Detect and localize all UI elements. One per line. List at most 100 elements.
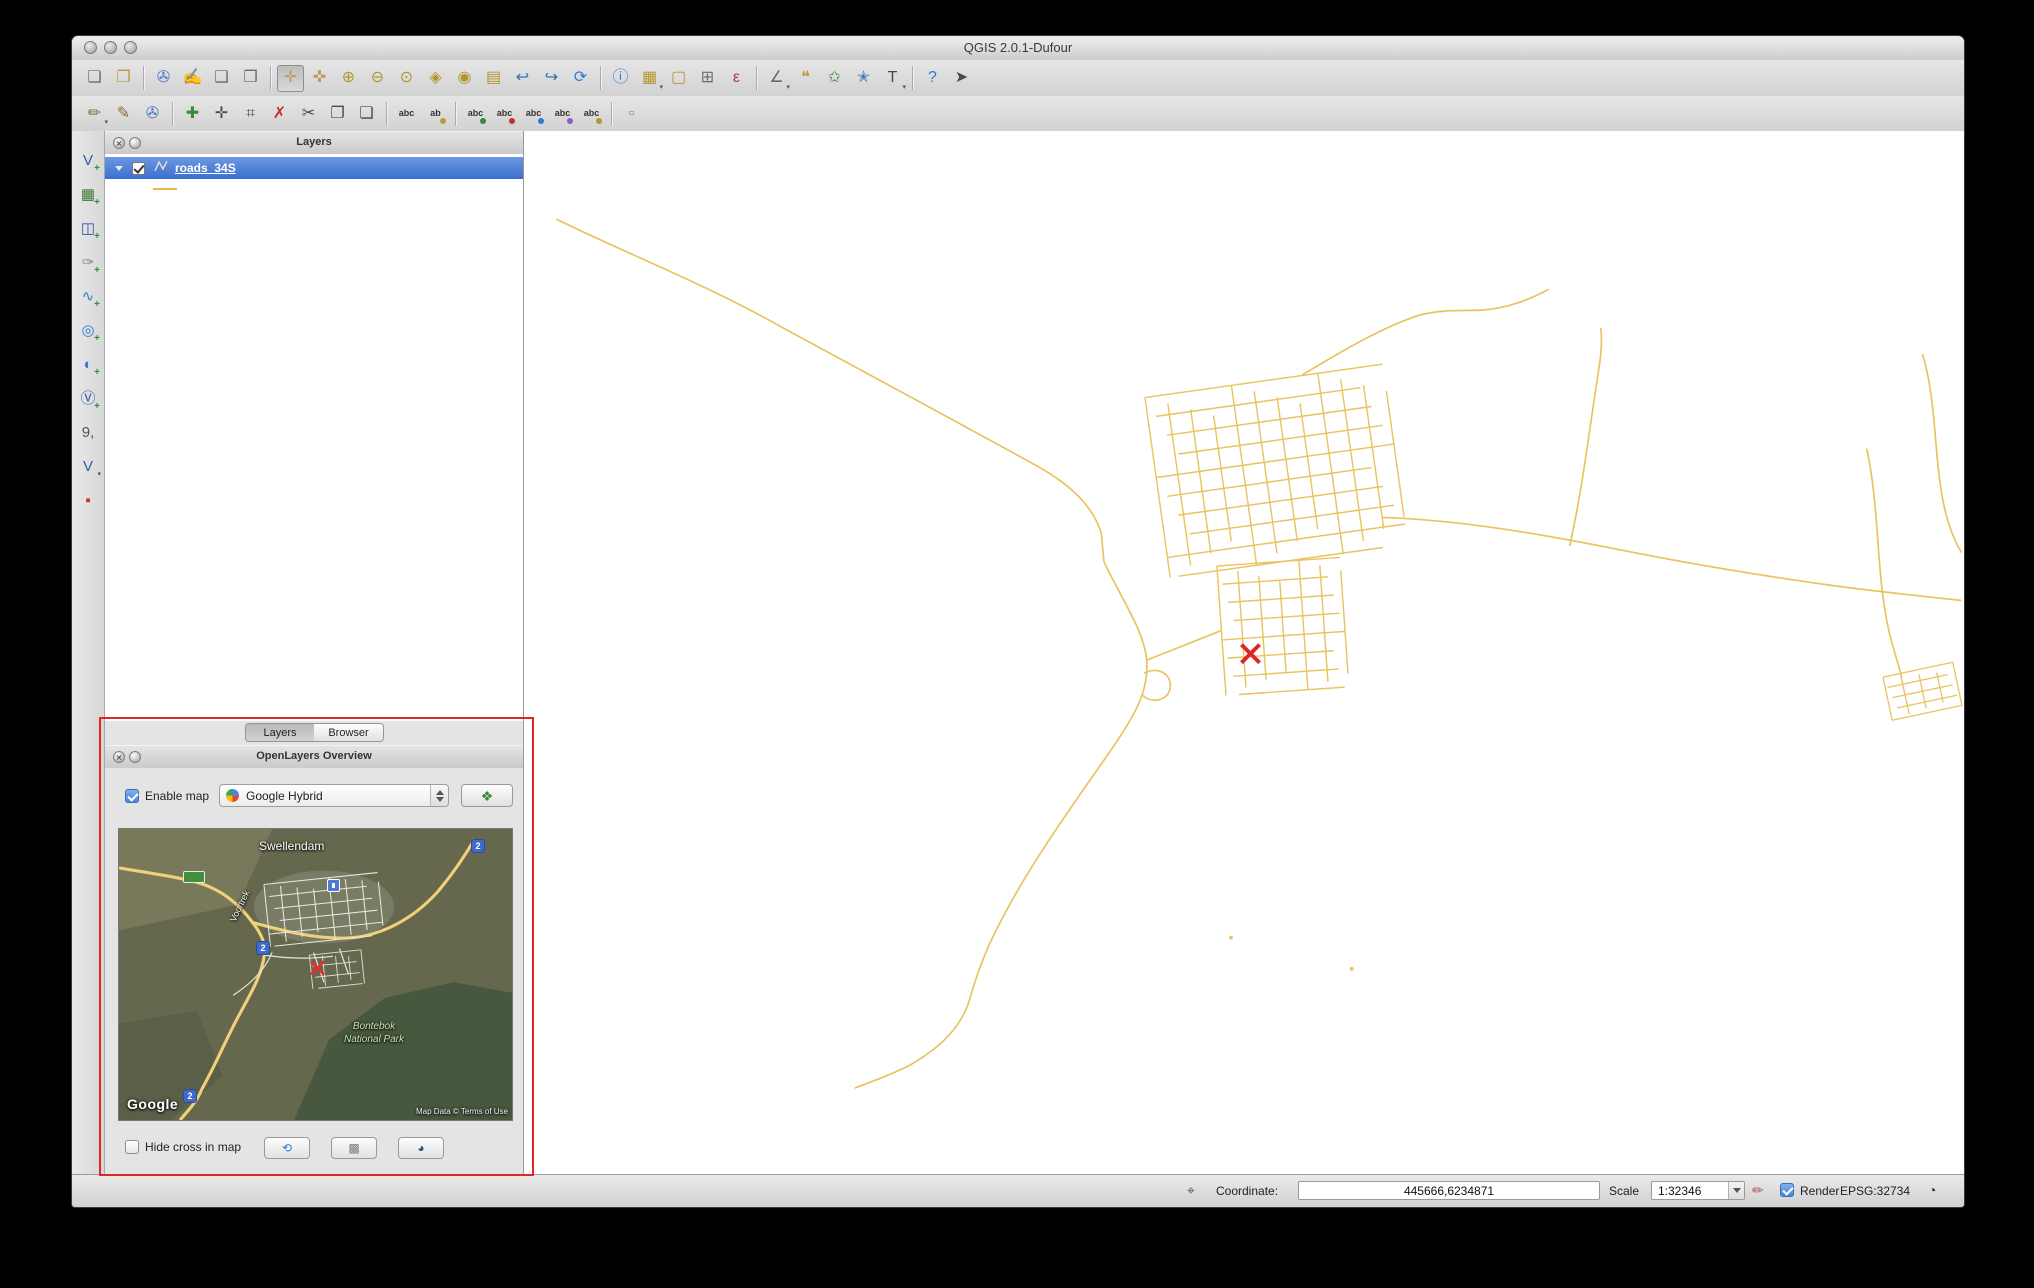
- add-postgis-layer-icon[interactable]: ◫+: [75, 215, 101, 241]
- measure-icon[interactable]: ∠▾: [763, 65, 790, 92]
- move-label-icon[interactable]: abc: [491, 100, 518, 127]
- expander-icon[interactable]: [115, 166, 123, 171]
- refresh-map-icon[interactable]: ⟳: [567, 65, 594, 92]
- show-bookmarks-icon[interactable]: ✭: [850, 65, 877, 92]
- layers-list: roads_34S: [105, 154, 523, 721]
- toggle-editing-icon[interactable]: ✎: [110, 100, 137, 127]
- new-bookmark-icon[interactable]: ✩: [821, 65, 848, 92]
- help-icon[interactable]: ?: [919, 65, 946, 92]
- map-type-dropdown[interactable]: Google Hybrid: [219, 784, 449, 807]
- toolbar-separator: [386, 102, 387, 126]
- whats-this-icon[interactable]: ➤: [948, 65, 975, 92]
- add-openlayers-layer-button[interactable]: ❖: [461, 784, 513, 807]
- route-shield-green-icon: [183, 871, 205, 883]
- text-annotation-icon[interactable]: T▾: [879, 65, 906, 92]
- line-layer-icon: [153, 159, 169, 178]
- add-openlayers-layer-icon[interactable]: ❖: [481, 789, 494, 803]
- main-toolbar: ❏❐ ✇✍❑❒ ✛✜⊕⊖⊙◈◉▤↩↪⟳ ⓘ▦▾▢⊞ε ∠▾❝✩✭T▾?➤: [72, 60, 1964, 97]
- deselect-features-icon[interactable]: ▢: [665, 65, 692, 92]
- enable-map-checkbox[interactable]: [125, 789, 139, 803]
- preview-town-streets: [233, 949, 348, 996]
- change-label-icon[interactable]: abc: [549, 100, 576, 127]
- toolbar-separator: [611, 102, 612, 126]
- new-print-composer-icon[interactable]: ❑: [208, 65, 235, 92]
- scale-dropdown-arrow-icon[interactable]: [1728, 1182, 1744, 1199]
- snapshot-icon[interactable]: ▩: [331, 1137, 377, 1159]
- cut-features-icon[interactable]: ✂: [295, 100, 322, 127]
- hide-cross-label: Hide cross in map: [145, 1140, 241, 1154]
- zoom-last-icon[interactable]: ↩: [509, 65, 536, 92]
- pan-to-selection-icon[interactable]: ✜: [306, 65, 333, 92]
- save-project-as-icon[interactable]: ✍: [179, 65, 206, 92]
- zoom-next-icon[interactable]: ↪: [538, 65, 565, 92]
- scale-label: Scale: [1609, 1184, 1639, 1198]
- copy-features-icon[interactable]: ❐: [324, 100, 351, 127]
- crs-status-icon[interactable]: ◔: [1928, 1182, 1936, 1198]
- coordinate-input[interactable]: [1298, 1181, 1600, 1200]
- layer-labeling-options-icon[interactable]: abc: [462, 100, 489, 127]
- zoom-out-icon[interactable]: ⊖: [364, 65, 391, 92]
- open-attribute-table-icon[interactable]: ⊞: [694, 65, 721, 92]
- field-calculator-icon[interactable]: ε: [723, 65, 750, 92]
- map-canvas[interactable]: [524, 131, 1964, 1175]
- node-tool-icon[interactable]: ⌗: [237, 100, 264, 127]
- zoom-to-layer-icon[interactable]: ▤: [480, 65, 507, 92]
- add-raster-layer-icon[interactable]: ▦+: [75, 181, 101, 207]
- composer-manager-icon[interactable]: ❒: [237, 65, 264, 92]
- window-title: QGIS 2.0.1-Dufour: [72, 40, 1964, 55]
- add-vector-layer-icon[interactable]: V+: [75, 147, 101, 173]
- zoom-full-icon[interactable]: ◈: [422, 65, 449, 92]
- render-checkbox[interactable]: [1780, 1183, 1794, 1197]
- toolbar-separator: [172, 102, 173, 126]
- coordinate-label: Coordinate:: [1216, 1184, 1278, 1198]
- labeling-icon[interactable]: abc: [393, 100, 420, 127]
- google-logo-icon: [226, 789, 239, 802]
- tab-layers[interactable]: Layers: [245, 723, 315, 742]
- mouse-position-icon[interactable]: ⌖: [1187, 1182, 1195, 1199]
- zoom-in-icon[interactable]: ⊕: [335, 65, 362, 92]
- globe-icon[interactable]: ◕: [398, 1137, 444, 1159]
- zoom-to-selection-icon[interactable]: ◉: [451, 65, 478, 92]
- layer-visibility-checkbox[interactable]: [132, 162, 145, 175]
- identify-features-icon[interactable]: ⓘ: [607, 65, 634, 92]
- rotate-label-icon[interactable]: abc: [520, 100, 547, 127]
- add-wfs-layer-icon[interactable]: Ⓥ+: [75, 385, 101, 411]
- label-settings-icon[interactable]: ab: [422, 100, 449, 127]
- select-features-icon[interactable]: ▦▾: [636, 65, 663, 92]
- save-project-icon[interactable]: ✇: [150, 65, 177, 92]
- scale-combo[interactable]: 1:32346: [1651, 1181, 1745, 1200]
- refresh-overview-icon[interactable]: ⟲: [264, 1137, 310, 1159]
- dock-tabs: Layers Browser: [105, 721, 523, 745]
- new-project-icon[interactable]: ❏: [81, 65, 108, 92]
- open-project-icon[interactable]: ❐: [110, 65, 137, 92]
- add-delimited-text-layer-icon[interactable]: 9,: [75, 419, 101, 445]
- hide-cross-checkbox[interactable]: [125, 1140, 139, 1154]
- selection-frame-icon[interactable]: ▫: [618, 100, 645, 127]
- crs-label: EPSG:32734: [1840, 1184, 1910, 1198]
- current-edits-icon[interactable]: ✏▾: [81, 100, 108, 127]
- add-feature-icon[interactable]: ✚: [179, 100, 206, 127]
- stop-rendering-icon[interactable]: ✏: [1752, 1182, 1764, 1199]
- add-spatialite-layer-icon[interactable]: ✑+: [75, 249, 101, 275]
- remove-layer-icon[interactable]: ▪: [75, 487, 101, 513]
- move-feature-icon[interactable]: ✛: [208, 100, 235, 127]
- map-attribution[interactable]: Map Data © Terms of Use: [416, 1107, 508, 1116]
- new-shapefile-layer-icon[interactable]: V▾: [75, 453, 101, 479]
- layer-row[interactable]: roads_34S: [105, 157, 523, 179]
- zoom-native-icon[interactable]: ⊙: [393, 65, 420, 92]
- enable-map-label: Enable map: [145, 789, 209, 803]
- tab-browser[interactable]: Browser: [314, 723, 384, 742]
- pan-map-icon[interactable]: ✛: [277, 65, 304, 92]
- pin-labels-icon[interactable]: abc: [578, 100, 605, 127]
- line-symbology-swatch[interactable]: [153, 188, 177, 190]
- overview-map-preview[interactable]: Swellendam Voortrek Bontebok National Pa…: [118, 828, 513, 1121]
- add-wms-layer-icon[interactable]: ◎+: [75, 317, 101, 343]
- add-mssql-layer-icon[interactable]: ∿+: [75, 283, 101, 309]
- save-layer-edits-icon[interactable]: ✇: [139, 100, 166, 127]
- overview-panel-header: OpenLayers Overview: [105, 745, 523, 770]
- delete-selected-icon[interactable]: ✗: [266, 100, 293, 127]
- paste-features-icon[interactable]: ❏: [353, 100, 380, 127]
- map-tips-icon[interactable]: ❝: [792, 65, 819, 92]
- main-roads: [556, 219, 1961, 1088]
- add-wcs-layer-icon[interactable]: ◐+: [75, 351, 101, 377]
